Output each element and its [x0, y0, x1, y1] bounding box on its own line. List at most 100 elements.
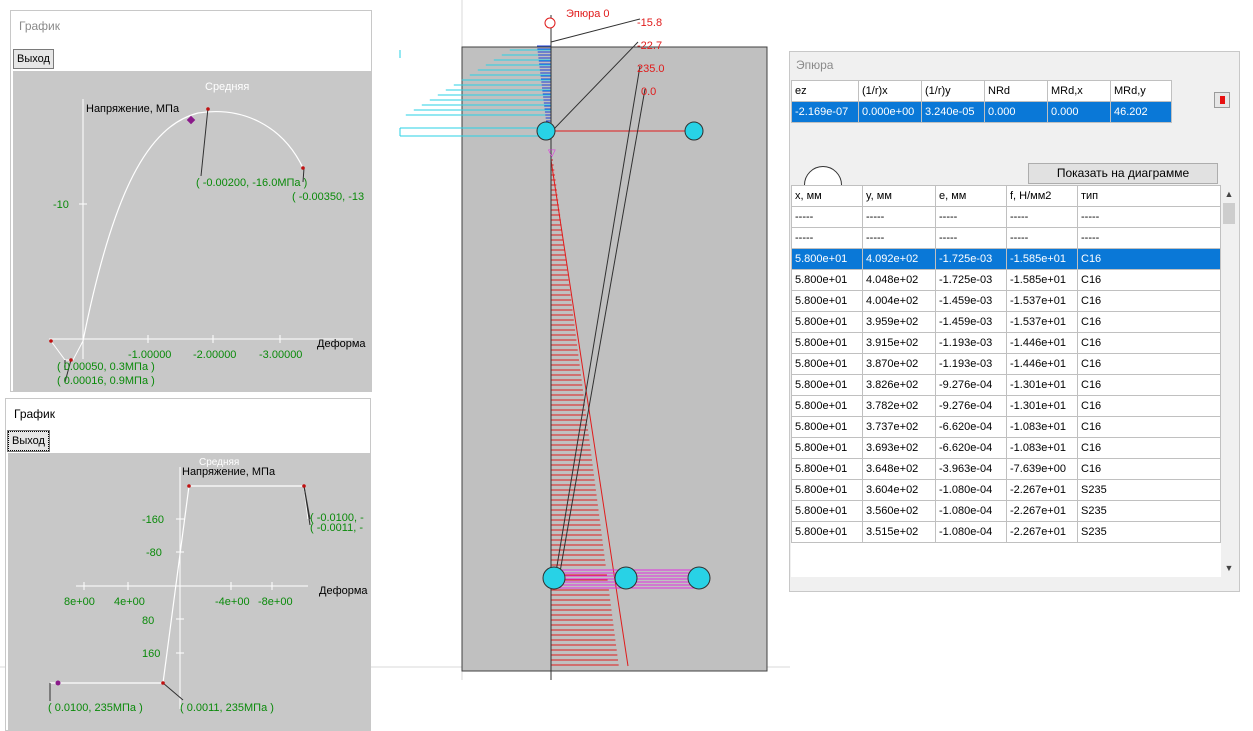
- table-cell[interactable]: 5.800e+01: [791, 458, 863, 480]
- table-cell[interactable]: -1.725e-03: [935, 269, 1007, 291]
- table-cell[interactable]: 5.800e+01: [791, 395, 863, 417]
- table-cell[interactable]: -1.537e+01: [1006, 311, 1078, 333]
- table-cell[interactable]: C16: [1077, 248, 1221, 270]
- vertical-scrollbar[interactable]: ▲ ▼: [1221, 185, 1237, 577]
- table-row[interactable]: ----- ----- ----- ----- -----: [791, 206, 1221, 228]
- value-cell[interactable]: -2.169e-07: [791, 101, 859, 123]
- table-row[interactable]: 5.800e+01 4.092e+02 -1.725e-03 -1.585e+01 C1…: [791, 248, 1221, 270]
- table-cell[interactable]: C16: [1077, 395, 1221, 417]
- table-cell[interactable]: -1.446e+01: [1006, 353, 1078, 375]
- table-cell[interactable]: 5.800e+01: [791, 248, 863, 270]
- table-cell[interactable]: 5.800e+01: [791, 311, 863, 333]
- table-row[interactable]: 5.800e+01 4.004e+02 -1.459e-03 -1.537e+01 C1…: [791, 290, 1221, 312]
- table-cell[interactable]: -1.301e+01: [1006, 395, 1078, 417]
- scrollbar-thumb[interactable]: [1223, 203, 1235, 224]
- table-cell[interactable]: -----: [935, 227, 1007, 249]
- table-row[interactable]: 5.800e+01 3.604e+02 -1.080e-04 -2.267e+01 S2…: [791, 479, 1221, 501]
- table-cell[interactable]: S235: [1077, 500, 1221, 522]
- table-cell[interactable]: -1.585e+01: [1006, 248, 1078, 270]
- table-cell[interactable]: C16: [1077, 269, 1221, 291]
- table-cell[interactable]: -----: [1077, 227, 1221, 249]
- table-cell[interactable]: C16: [1077, 374, 1221, 396]
- table-cell[interactable]: -1.083e+01: [1006, 437, 1078, 459]
- table-row[interactable]: ----- ----- ----- ----- -----: [791, 227, 1221, 249]
- table-cell[interactable]: 3.515e+02: [862, 521, 936, 543]
- scroll-up-icon[interactable]: ▲: [1223, 187, 1235, 201]
- table-cell[interactable]: 3.915e+02: [862, 332, 936, 354]
- table-cell[interactable]: 5.800e+01: [791, 416, 863, 438]
- table-cell[interactable]: -----: [1077, 206, 1221, 228]
- table-cell[interactable]: 5.800e+01: [791, 437, 863, 459]
- epure-origin-marker[interactable]: [544, 17, 556, 29]
- table-cell[interactable]: -----: [862, 227, 936, 249]
- table-cell[interactable]: 5.800e+01: [791, 353, 863, 375]
- table-cell[interactable]: C16: [1077, 290, 1221, 312]
- table-cell[interactable]: -9.276e-04: [935, 374, 1007, 396]
- table-cell[interactable]: S235: [1077, 521, 1221, 543]
- column-header[interactable]: e, мм: [935, 185, 1007, 207]
- table-cell[interactable]: 3.782e+02: [862, 395, 936, 417]
- table-cell[interactable]: -----: [862, 206, 936, 228]
- rebar-circle[interactable]: [542, 566, 566, 590]
- table-cell[interactable]: S235: [1077, 479, 1221, 501]
- table-cell[interactable]: C16: [1077, 353, 1221, 375]
- table-cell[interactable]: C16: [1077, 311, 1221, 333]
- table-cell[interactable]: -3.963e-04: [935, 458, 1007, 480]
- table-row[interactable]: 5.800e+01 3.648e+02 -3.963e-04 -7.639e+00 C1…: [791, 458, 1221, 480]
- table-cell[interactable]: -----: [935, 206, 1007, 228]
- table-cell[interactable]: -----: [1006, 227, 1078, 249]
- table-cell[interactable]: -1.537e+01: [1006, 290, 1078, 312]
- table-cell[interactable]: 3.693e+02: [862, 437, 936, 459]
- table-cell[interactable]: -2.267e+01: [1006, 521, 1078, 543]
- table-cell[interactable]: 5.800e+01: [791, 269, 863, 291]
- table-row[interactable]: 5.800e+01 3.915e+02 -1.193e-03 -1.446e+01 C1…: [791, 332, 1221, 354]
- table-cell[interactable]: 5.800e+01: [791, 290, 863, 312]
- column-header[interactable]: тип: [1077, 185, 1221, 207]
- table-row[interactable]: 5.800e+01 3.782e+02 -9.276e-04 -1.301e+01 C1…: [791, 395, 1221, 417]
- table-row[interactable]: 5.800e+01 4.048e+02 -1.725e-03 -1.585e+01 C1…: [791, 269, 1221, 291]
- table-cell[interactable]: 3.959e+02: [862, 311, 936, 333]
- table-row[interactable]: 5.800e+01 3.870e+02 -1.193e-03 -1.446e+01 C1…: [791, 353, 1221, 375]
- table-cell[interactable]: 3.826e+02: [862, 374, 936, 396]
- table-cell[interactable]: 4.004e+02: [862, 290, 936, 312]
- table-cell[interactable]: C16: [1077, 437, 1221, 459]
- rebar-circle[interactable]: [536, 121, 556, 141]
- table-row[interactable]: 5.800e+01 3.959e+02 -1.459e-03 -1.537e+01 C1…: [791, 311, 1221, 333]
- value-cell[interactable]: 46.202: [1110, 101, 1172, 123]
- rebar-circle[interactable]: [684, 121, 704, 141]
- value-cell[interactable]: 0.000: [1047, 101, 1111, 123]
- table-row[interactable]: 5.800e+01 3.737e+02 -6.620e-04 -1.083e+01 C1…: [791, 416, 1221, 438]
- table-cell[interactable]: -6.620e-04: [935, 437, 1007, 459]
- table-cell[interactable]: -1.193e-03: [935, 332, 1007, 354]
- table-cell[interactable]: -1.193e-03: [935, 353, 1007, 375]
- table-cell[interactable]: -----: [1006, 206, 1078, 228]
- rebar-circle[interactable]: [614, 566, 638, 590]
- value-cell[interactable]: 3.240e-05: [921, 101, 985, 123]
- table-row[interactable]: 5.800e+01 3.693e+02 -6.620e-04 -1.083e+01 C1…: [791, 437, 1221, 459]
- table-cell[interactable]: -6.620e-04: [935, 416, 1007, 438]
- table-cell[interactable]: 3.648e+02: [862, 458, 936, 480]
- color-button[interactable]: [1214, 92, 1230, 108]
- points-table-viewport[interactable]: x, мм y, мм e, мм f, Н/мм2 тип ----- ----…: [791, 185, 1221, 577]
- table-row[interactable]: 5.800e+01 3.515e+02 -1.080e-04 -2.267e+01 S2…: [791, 521, 1221, 543]
- table-cell[interactable]: -1.459e-03: [935, 311, 1007, 333]
- show-on-diagram-button[interactable]: Показать на диаграмме: [1028, 163, 1218, 184]
- table-cell[interactable]: -9.276e-04: [935, 395, 1007, 417]
- table-cell[interactable]: -1.446e+01: [1006, 332, 1078, 354]
- table-cell[interactable]: -1.459e-03: [935, 290, 1007, 312]
- column-header[interactable]: x, мм: [791, 185, 863, 207]
- table-cell[interactable]: -1.725e-03: [935, 248, 1007, 270]
- table-cell[interactable]: 4.092e+02: [862, 248, 936, 270]
- table-cell[interactable]: -2.267e+01: [1006, 500, 1078, 522]
- exit-button[interactable]: Выход: [7, 430, 50, 452]
- scroll-down-icon[interactable]: ▼: [1223, 561, 1235, 575]
- column-header[interactable]: f, Н/мм2: [1006, 185, 1078, 207]
- table-cell[interactable]: 3.870e+02: [862, 353, 936, 375]
- selected-point-marker[interactable]: [55, 680, 61, 686]
- table-cell[interactable]: -2.267e+01: [1006, 479, 1078, 501]
- table-cell[interactable]: 5.800e+01: [791, 500, 863, 522]
- column-header[interactable]: y, мм: [862, 185, 936, 207]
- table-cell[interactable]: C16: [1077, 416, 1221, 438]
- table-cell[interactable]: -1.080e-04: [935, 521, 1007, 543]
- exit-button[interactable]: Выход: [13, 49, 54, 69]
